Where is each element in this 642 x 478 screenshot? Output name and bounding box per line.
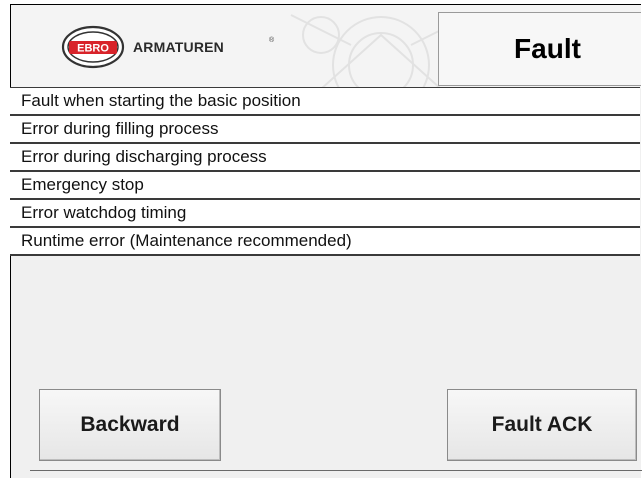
logo-mark-text: EBRO [77,43,109,55]
fault-list-item: Error watchdog timing [10,200,640,228]
company-logo: EBRO ARMATUREN ® [53,23,283,73]
fault-list-item: Runtime error (Maintenance recommended) [10,228,640,256]
page-title-box: Fault [438,12,641,86]
page-title: Fault [514,33,581,64]
logo-name-text: ARMATUREN [133,39,224,55]
header: EBRO ARMATUREN ® Fault [11,5,641,89]
fault-list-item: Fault when starting the basic position [10,87,640,116]
fault-list: Fault when starting the basic position E… [10,87,640,256]
backward-button[interactable]: Backward [39,389,221,461]
fault-ack-button[interactable]: Fault ACK [447,389,637,461]
fault-list-item: Error during filling process [10,116,640,144]
fault-list-item: Error during discharging process [10,144,640,172]
fault-list-item: Emergency stop [10,172,640,200]
logo-registered-mark: ® [269,37,275,44]
bottom-divider [30,470,642,471]
ebro-logo-icon: EBRO [61,25,125,69]
